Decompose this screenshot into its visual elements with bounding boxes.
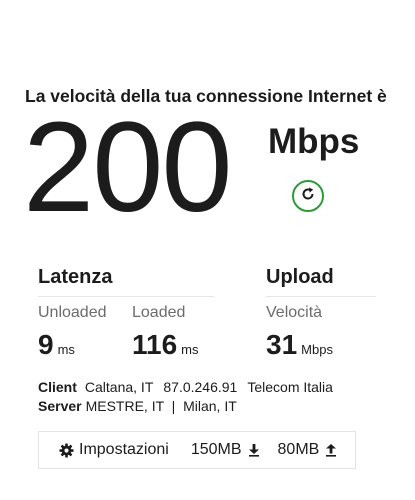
refresh-icon <box>300 186 316 207</box>
upload-speed: 31 Mbps <box>266 329 333 361</box>
upload-divider <box>266 296 376 297</box>
client-location: Caltana, IT <box>84 379 154 395</box>
download-size: 150MB <box>191 441 260 459</box>
download-speed-value: 200 <box>23 96 233 239</box>
unloaded-latency-unit: ms <box>57 342 75 357</box>
latency-title: Latenza <box>38 266 113 288</box>
client-label: Client <box>38 379 77 395</box>
upload-size-value: 80MB <box>277 441 320 458</box>
settings-label: Impostazioni <box>79 441 169 458</box>
upload-speed-label: Velocità <box>266 304 323 321</box>
upload-title: Upload <box>266 266 334 288</box>
loaded-latency-value: 116 <box>132 329 178 360</box>
server-locations: MESTRE, IT | Milan, IT <box>85 398 237 414</box>
client-isp: Telecom Italia <box>247 379 333 395</box>
loaded-label: Loaded <box>132 304 186 321</box>
upload-speed-value: 31 <box>266 329 298 360</box>
download-arrow-icon <box>248 443 260 457</box>
server-info: Server MESTRE, IT | Milan, IT <box>38 398 243 414</box>
refresh-button[interactable] <box>292 180 324 212</box>
client-ip: 87.0.246.91 <box>163 379 238 395</box>
download-size-value: 150MB <box>190 441 242 458</box>
loaded-latency-unit: ms <box>181 342 199 357</box>
upload-arrow-icon <box>325 443 337 457</box>
unloaded-latency-value: 9 <box>38 329 54 360</box>
gear-icon <box>59 442 74 458</box>
latency-divider <box>38 296 214 297</box>
server-label: Server <box>38 398 82 414</box>
unloaded-label: Unloaded <box>38 304 107 321</box>
loaded-latency: 116 ms <box>132 329 199 361</box>
client-info: Client Caltana, IT 87.0.246.91 Telecom Ital… <box>38 379 339 395</box>
settings-bar[interactable]: Impostazioni 150MB 80MB <box>38 431 356 469</box>
settings-button[interactable]: Impostazioni <box>59 441 169 459</box>
download-speed-unit: Mbps <box>268 122 360 161</box>
upload-speed-unit: Mbps <box>301 342 333 357</box>
upload-size: 80MB <box>278 441 338 459</box>
unloaded-latency: 9 ms <box>38 329 75 361</box>
